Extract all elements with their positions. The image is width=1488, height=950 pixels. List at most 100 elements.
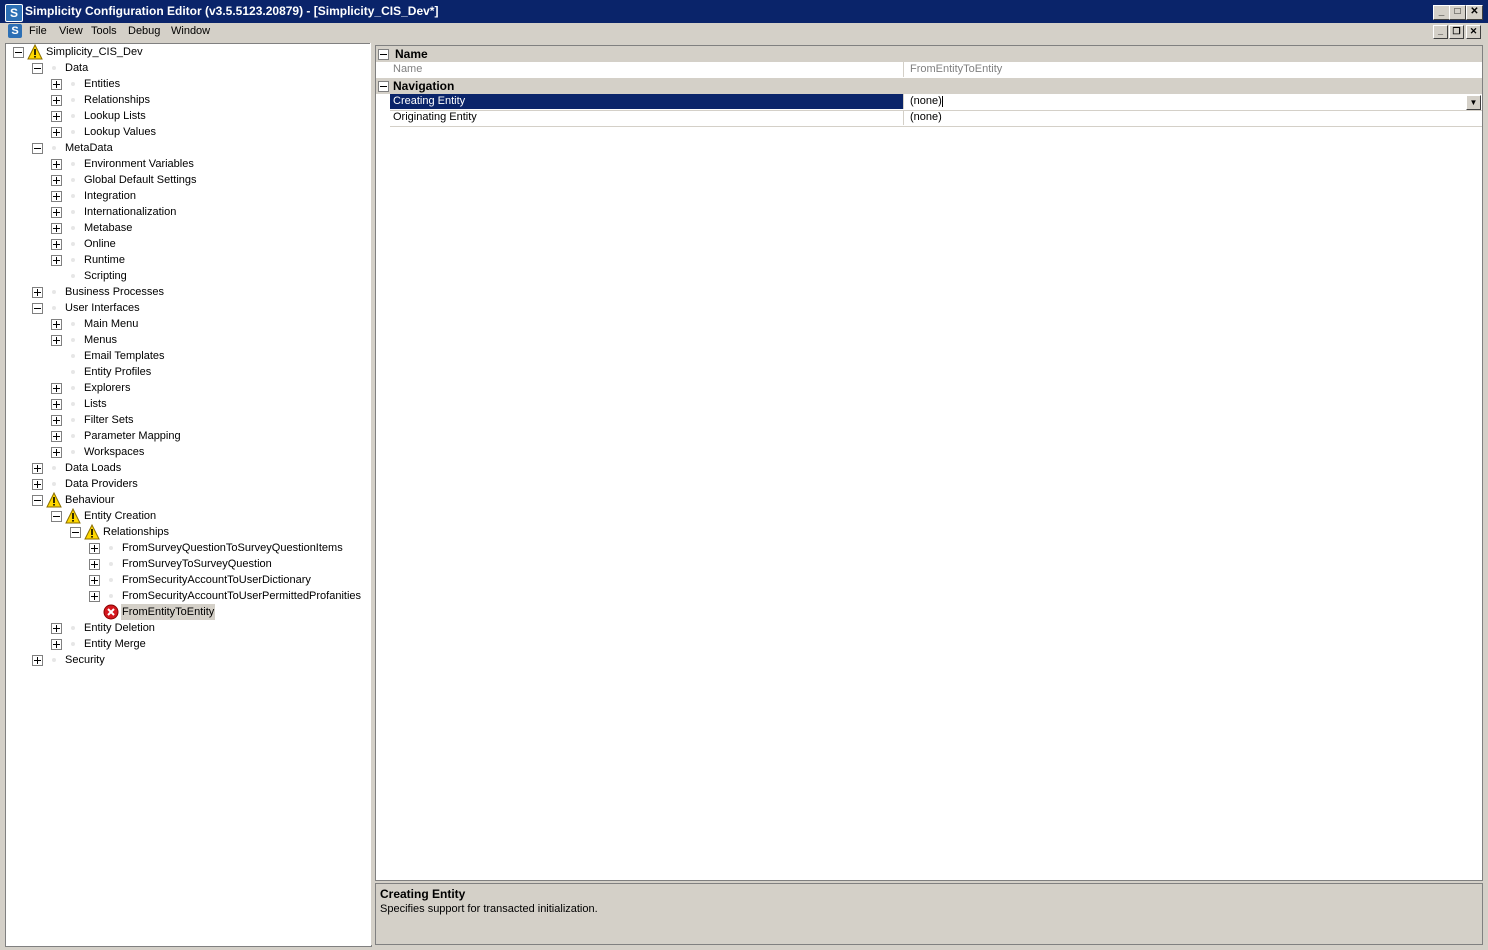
tree-node[interactable]: Entity Merge — [6, 636, 366, 652]
tree-node[interactable]: Security — [6, 652, 366, 668]
tree-node[interactable]: Data Loads — [6, 460, 366, 476]
menu-file[interactable]: File — [29, 25, 47, 37]
tree-node-label[interactable]: Lookup Lists — [83, 108, 147, 124]
expand-icon[interactable] — [51, 399, 62, 410]
tree-node[interactable]: Main Menu — [6, 316, 366, 332]
expand-icon[interactable] — [51, 335, 62, 346]
tree-node-label[interactable]: Simplicity_CIS_Dev — [45, 44, 144, 60]
expand-icon[interactable] — [51, 447, 62, 458]
property-row-name[interactable]: Name FromEntityToEntity — [390, 62, 1482, 79]
collapse-icon[interactable] — [13, 47, 24, 58]
tree-node[interactable]: Relationships — [6, 92, 366, 108]
tree-node-label[interactable]: FromSecurityAccountToUserPermittedProfan… — [121, 588, 362, 604]
category-name[interactable]: Name — [376, 46, 1482, 62]
expand-icon[interactable] — [51, 79, 62, 90]
menu-window[interactable]: Window — [171, 25, 210, 37]
tree-node[interactable]: Explorers — [6, 380, 366, 396]
expand-icon[interactable] — [89, 591, 100, 602]
property-row-originating-entity[interactable]: Originating Entity (none) — [390, 110, 1482, 127]
tree-node-label[interactable]: User Interfaces — [64, 300, 141, 316]
collapse-icon[interactable] — [51, 511, 62, 522]
tree-node-label[interactable]: Lists — [83, 396, 108, 412]
expand-icon[interactable] — [89, 575, 100, 586]
tree-node-label[interactable]: Global Default Settings — [83, 172, 198, 188]
expand-icon[interactable] — [51, 159, 62, 170]
expand-icon[interactable] — [32, 287, 43, 298]
expand-icon[interactable] — [51, 431, 62, 442]
close-button[interactable]: ✕ — [1466, 5, 1483, 20]
tree-node-label[interactable]: Entities — [83, 76, 121, 92]
tree-node-label[interactable]: Data Loads — [64, 460, 122, 476]
expand-icon[interactable] — [51, 111, 62, 122]
expand-icon[interactable] — [51, 239, 62, 250]
navigation-tree[interactable]: Simplicity_CIS_Dev Data Entities Relationsh… — [5, 43, 372, 947]
tree-node[interactable]: Behaviour — [6, 491, 366, 508]
tree-node-label[interactable]: Main Menu — [83, 316, 139, 332]
tree-node[interactable]: Entity Deletion — [6, 620, 366, 636]
tree-node[interactable]: Integration — [6, 188, 366, 204]
tree-node-label[interactable]: Relationships — [102, 524, 170, 540]
expand-icon[interactable] — [51, 623, 62, 634]
tree-node-label[interactable]: MetaData — [64, 140, 114, 156]
tree-node[interactable]: Scripting — [6, 268, 366, 284]
expand-icon[interactable] — [51, 127, 62, 138]
menu-debug[interactable]: Debug — [128, 25, 160, 37]
tree-node[interactable]: User Interfaces — [6, 300, 366, 316]
tree-node-label[interactable]: Online — [83, 236, 117, 252]
tree-node[interactable]: FromSurveyQuestionToSurveyQuestionItems — [6, 540, 366, 556]
tree-node[interactable]: FromEntityToEntity — [6, 604, 366, 620]
tree-node-label[interactable]: Menus — [83, 332, 118, 348]
tree-node[interactable]: Entity Profiles — [6, 364, 366, 380]
tree-node[interactable]: Data — [6, 60, 366, 76]
tree-node-label[interactable]: Entity Deletion — [83, 620, 156, 636]
tree-node-label[interactable]: Entity Creation — [83, 508, 157, 524]
tree-node-label[interactable]: Behaviour — [64, 492, 116, 508]
collapse-icon[interactable] — [70, 527, 81, 538]
tree-node[interactable]: Lists — [6, 396, 366, 412]
collapse-icon[interactable] — [32, 143, 43, 154]
app-icon[interactable]: S — [5, 4, 23, 22]
expand-icon[interactable] — [51, 95, 62, 106]
menu-tools[interactable]: Tools — [91, 25, 117, 37]
minimize-button[interactable]: _ — [1433, 5, 1450, 20]
collapse-icon[interactable] — [378, 81, 389, 92]
expand-icon[interactable] — [51, 191, 62, 202]
tree-node[interactable]: Internationalization — [6, 204, 366, 220]
expand-icon[interactable] — [32, 655, 43, 666]
expand-icon[interactable] — [51, 319, 62, 330]
tree-node-label[interactable]: Relationships — [83, 92, 151, 108]
tree-node[interactable]: Global Default Settings — [6, 172, 366, 188]
tree-node[interactable]: FromSecurityAccountToUserDictionary — [6, 572, 366, 588]
tree-node[interactable]: Relationships — [6, 523, 366, 540]
child-restore-button[interactable]: ❐ — [1449, 25, 1464, 39]
collapse-icon[interactable] — [378, 49, 389, 60]
tree-node-label[interactable]: Explorers — [83, 380, 131, 396]
tree-node-label[interactable]: Filter Sets — [83, 412, 135, 428]
tree-node-label[interactable]: Entity Merge — [83, 636, 147, 652]
tree-node-label[interactable]: Metabase — [83, 220, 133, 236]
tree-node[interactable]: Entities — [6, 76, 366, 92]
tree-node-label[interactable]: Runtime — [83, 252, 126, 268]
expand-icon[interactable] — [89, 559, 100, 570]
tree-node[interactable]: Metabase — [6, 220, 366, 236]
tree-node[interactable]: FromSurveyToSurveyQuestion — [6, 556, 366, 572]
expand-icon[interactable] — [51, 175, 62, 186]
child-minimize-button[interactable]: _ — [1433, 25, 1448, 39]
tree-node-label[interactable]: Security — [64, 652, 106, 668]
child-close-button[interactable]: ✕ — [1466, 25, 1481, 39]
tree-node-label[interactable]: FromSurveyQuestionToSurveyQuestionItems — [121, 540, 344, 556]
tree-node-label[interactable]: Email Templates — [83, 348, 166, 364]
tree-node-label[interactable]: Workspaces — [83, 444, 145, 460]
collapse-icon[interactable] — [32, 63, 43, 74]
mdi-child-icon[interactable]: S — [8, 24, 22, 38]
category-navigation[interactable]: Navigation — [376, 78, 1482, 94]
tree-node-label[interactable]: FromEntityToEntity — [121, 604, 216, 620]
property-row-creating-entity[interactable]: Creating Entity (none) ▼ — [390, 94, 1482, 111]
tree-node[interactable]: Filter Sets — [6, 412, 366, 428]
creating-entity-value[interactable]: (none) — [907, 94, 1467, 109]
menu-view[interactable]: View — [59, 25, 83, 37]
expand-icon[interactable] — [32, 463, 43, 474]
tree-node-label[interactable]: Internationalization — [83, 204, 177, 220]
tree-node[interactable]: Parameter Mapping — [6, 428, 366, 444]
collapse-icon[interactable] — [32, 303, 43, 314]
